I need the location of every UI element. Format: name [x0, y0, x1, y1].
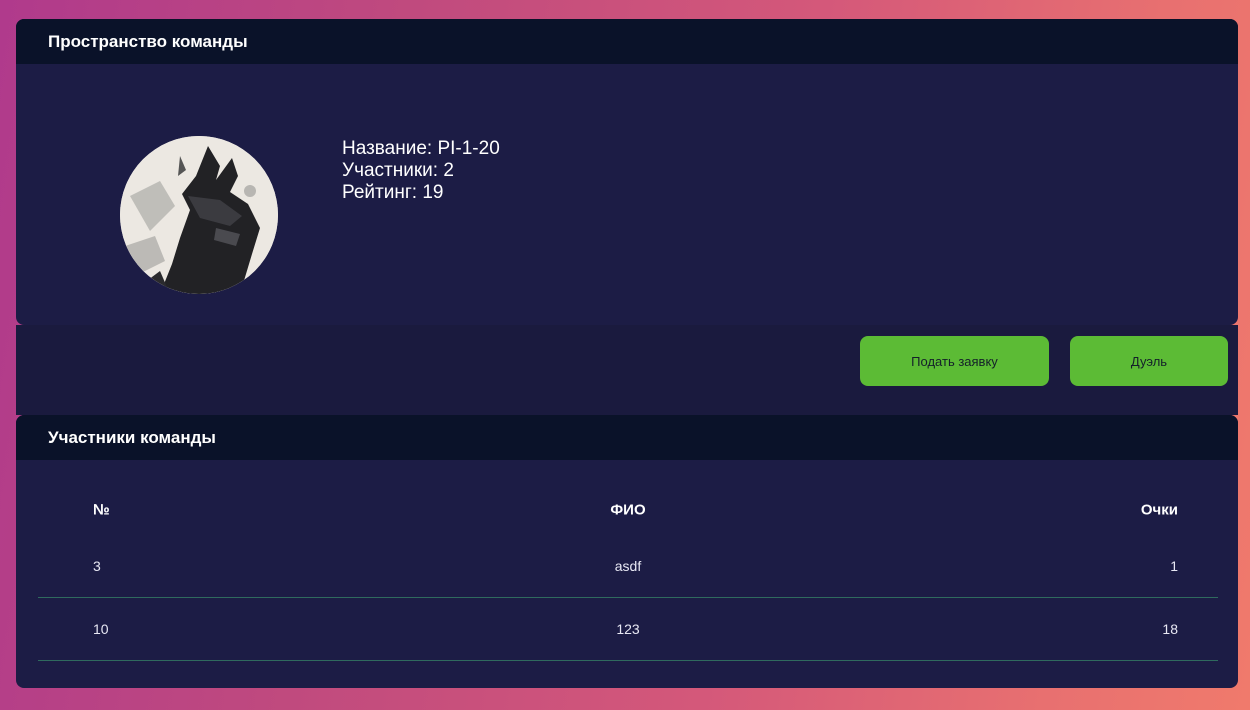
- team-space-panel: Пространство команды Название: PI-1-20 У…: [16, 19, 1238, 325]
- duel-button[interactable]: Дуэль: [1070, 336, 1228, 386]
- team-actions-bar: Подать заявку Дуэль: [16, 325, 1238, 415]
- members-table: № ФИО Очки 3 asdf 1 10 123 18: [38, 485, 1218, 661]
- team-summary: Название: PI-1-20 Участники: 2 Рейтинг: …: [16, 64, 1238, 325]
- team-members-line: Участники: 2: [342, 160, 454, 181]
- column-header-name: ФИО: [610, 501, 646, 519]
- member-name: 123: [616, 621, 640, 637]
- team-avatar-image: [120, 136, 278, 294]
- apply-button[interactable]: Подать заявку: [860, 336, 1049, 386]
- team-name-line: Название: PI-1-20: [342, 138, 500, 159]
- member-points: 1: [1170, 558, 1178, 574]
- column-header-points: Очки: [1140, 501, 1178, 519]
- team-members-title: Участники команды: [16, 415, 1238, 460]
- team-info: Название: PI-1-20 Участники: 2 Рейтинг: …: [342, 138, 500, 204]
- team-rating-line: Рейтинг: 19: [342, 182, 444, 203]
- table-row[interactable]: 3 asdf 1: [38, 535, 1218, 598]
- table-row[interactable]: 10 123 18: [38, 598, 1218, 661]
- team-avatar: [120, 136, 278, 294]
- member-points: 18: [1162, 621, 1178, 637]
- member-name: asdf: [614, 558, 642, 574]
- members-table-wrapper: № ФИО Очки 3 asdf 1 10 123 18: [16, 460, 1238, 688]
- team-space-title: Пространство команды: [16, 19, 1238, 64]
- team-members-panel: Участники команды № ФИО Очки 3 asdf 1 10…: [16, 415, 1238, 688]
- table-header-row: № ФИО Очки: [38, 485, 1218, 535]
